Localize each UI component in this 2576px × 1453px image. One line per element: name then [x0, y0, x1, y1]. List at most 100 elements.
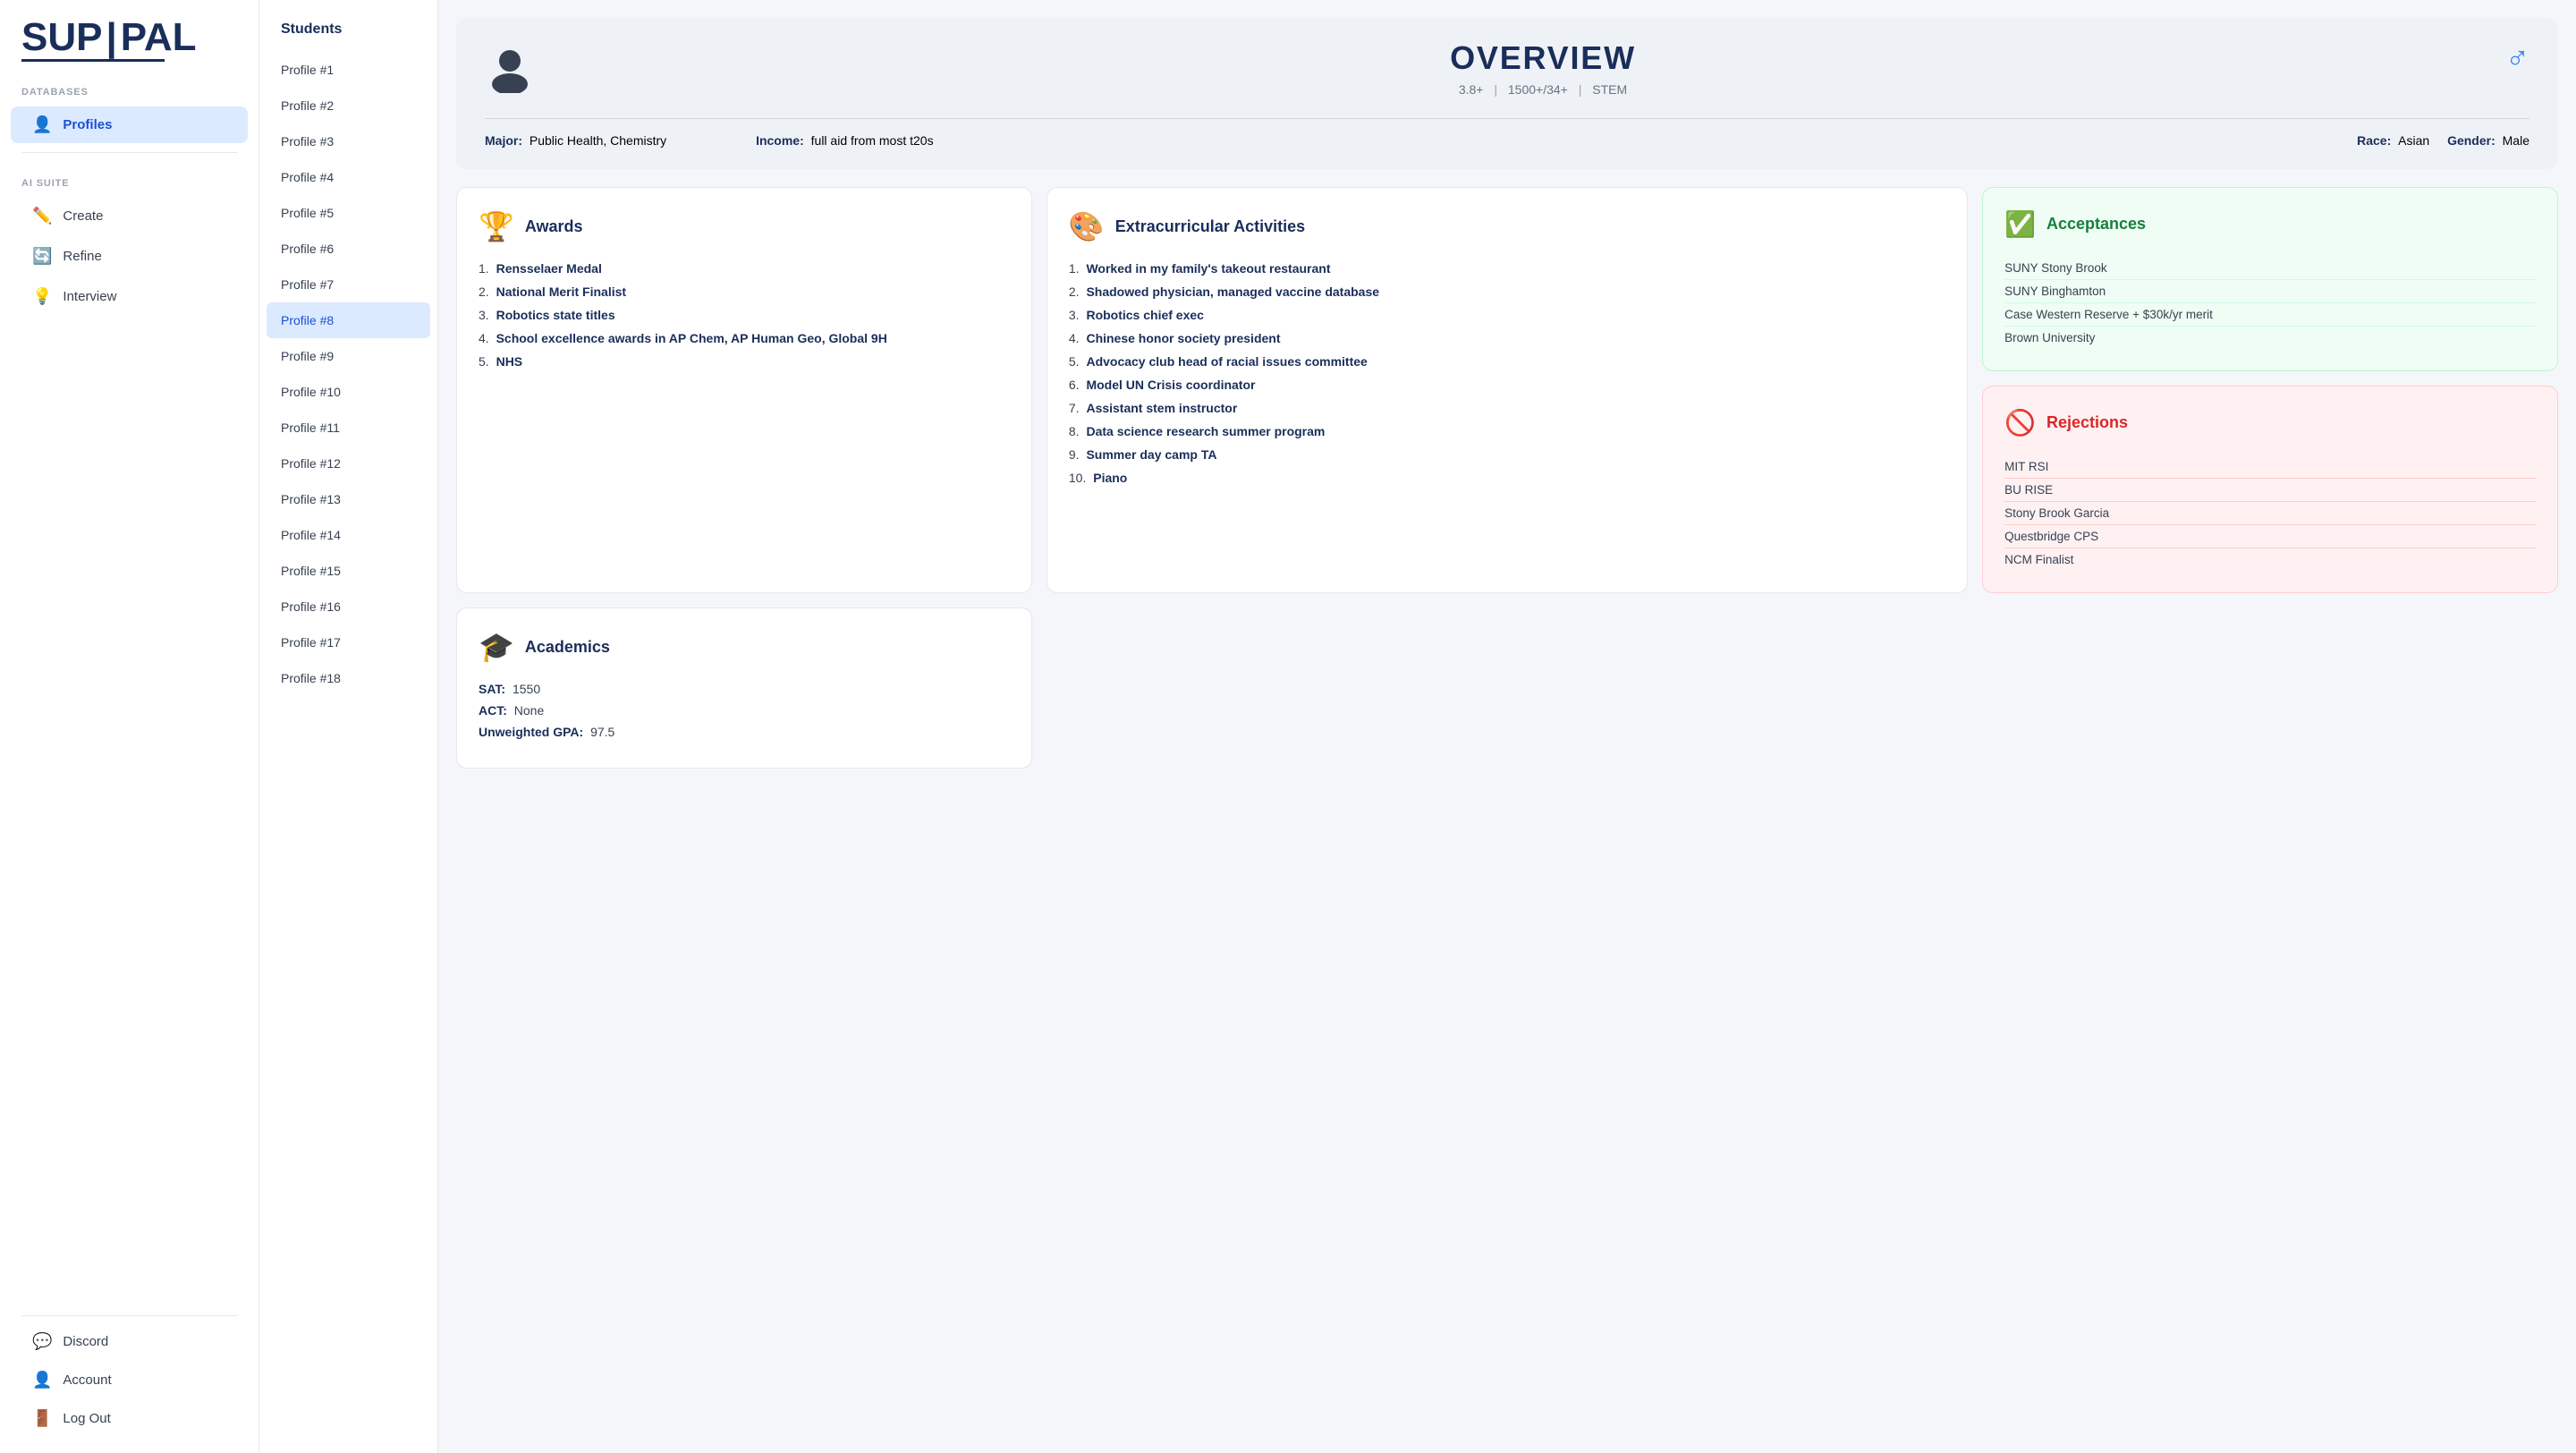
placeholder-center [1046, 608, 1968, 769]
profile-list-item[interactable]: Profile #4 [259, 159, 437, 195]
sidebar-item-interview[interactable]: 💡 Interview [11, 278, 248, 315]
divider-1 [21, 152, 237, 153]
acceptances-title: Acceptances [2046, 215, 2146, 234]
logout-icon: 🚪 [32, 1409, 52, 1428]
profile-list-item[interactable]: Profile #3 [259, 123, 437, 159]
stat-category: STEM [1592, 82, 1627, 97]
extracurriculars-card: 🎨 Extracurricular Activities 1. Worked i… [1046, 187, 1968, 593]
race-value: Asian [2398, 133, 2429, 148]
rejection-item: Stony Brook Garcia [2004, 502, 2536, 525]
profile-list-item[interactable]: Profile #10 [259, 374, 437, 410]
extracurricular-item: 8. Data science research summer program [1069, 424, 1945, 438]
refine-icon: 🔄 [32, 247, 52, 266]
acceptance-item: Brown University [2004, 327, 2536, 349]
logo-area: SUP | PAL [0, 0, 258, 69]
profile-list-item[interactable]: Profile #5 [259, 195, 437, 231]
profile-list-item[interactable]: Profile #18 [259, 660, 437, 696]
profile-list-item[interactable]: Profile #9 [259, 338, 437, 374]
avatar-icon [485, 43, 535, 104]
sidebar-profiles-label: Profiles [63, 117, 112, 132]
ai-suite-label: AI SUITE [0, 160, 258, 196]
awards-card: 🏆 Awards 1. Rensselaer Medal2. National … [456, 187, 1032, 593]
award-item: 5. NHS [479, 354, 1010, 369]
profile-list-item[interactable]: Profile #6 [259, 231, 437, 267]
rejections-list: MIT RSIBU RISEStony Brook GarciaQuestbri… [2004, 455, 2536, 571]
sidebar-item-create[interactable]: ✏️ Create [11, 198, 248, 234]
profile-list-item[interactable]: Profile #11 [259, 410, 437, 446]
overview-card: OVERVIEW 3.8+ | 1500+/34+ | STEM ♂ Major… [456, 18, 2558, 169]
sidebar-item-refine[interactable]: 🔄 Refine [11, 238, 248, 275]
academics-card: 🎓 Academics SAT: 1550 ACT: None Unweight… [456, 608, 1032, 769]
stat-gpa: 3.8+ [1459, 82, 1484, 97]
logo-sup: SUP [21, 18, 102, 57]
rejection-item: Questbridge CPS [2004, 525, 2536, 548]
acceptances-header: ✅ Acceptances [2004, 209, 2536, 239]
placeholder-right [1982, 608, 2558, 769]
income-field: Income: full aid from most t20s [756, 133, 962, 148]
gender-symbol: ♂ [2505, 39, 2529, 77]
discord-icon: 💬 [32, 1332, 52, 1351]
academics-title: Academics [525, 638, 610, 657]
profile-list-header: Students [259, 0, 437, 52]
extracurricular-item: 7. Assistant stem instructor [1069, 401, 1945, 415]
profile-list-item[interactable]: Profile #16 [259, 589, 437, 625]
overview-title: OVERVIEW [556, 39, 2529, 77]
profile-list-item[interactable]: Profile #1 [259, 52, 437, 88]
sidebar-item-discord[interactable]: 💬 Discord [11, 1323, 248, 1360]
award-item: 3. Robotics state titles [479, 308, 1010, 322]
profile-list-item[interactable]: Profile #13 [259, 481, 437, 517]
acceptances-card: ✅ Acceptances SUNY Stony BrookSUNY Bingh… [1982, 187, 2558, 371]
rejections-card: 🚫 Rejections MIT RSIBU RISEStony Brook G… [1982, 386, 2558, 593]
account-label: Account [63, 1372, 111, 1388]
extracurricular-item: 3. Robotics chief exec [1069, 308, 1945, 322]
profile-list-item[interactable]: Profile #15 [259, 553, 437, 589]
profile-list-item[interactable]: Profile #2 [259, 88, 437, 123]
awards-title: Awards [525, 217, 583, 236]
sidebar-bottom: 💬 Discord 👤 Account 🚪 Log Out [0, 1308, 258, 1453]
awards-header: 🏆 Awards [479, 209, 1010, 243]
awards-list: 1. Rensselaer Medal2. National Merit Fin… [479, 261, 1010, 369]
interview-label: Interview [63, 289, 116, 304]
right-column: ✅ Acceptances SUNY Stony BrookSUNY Bingh… [1982, 187, 2558, 593]
overview-stats: 3.8+ | 1500+/34+ | STEM [556, 82, 2529, 97]
academics-icon: 🎓 [479, 630, 514, 664]
gender-label: Gender: [2447, 133, 2496, 148]
logout-label: Log Out [63, 1411, 110, 1426]
interview-icon: 💡 [32, 287, 52, 306]
extracurricular-item: 4. Chinese honor society president [1069, 331, 1945, 345]
acceptance-item: Case Western Reserve + $30k/yr merit [2004, 303, 2536, 327]
extracurriculars-title: Extracurricular Activities [1115, 217, 1305, 236]
discord-label: Discord [63, 1334, 108, 1349]
award-item: 1. Rensselaer Medal [479, 261, 1010, 276]
profile-list-item[interactable]: Profile #7 [259, 267, 437, 302]
major-field: Major: Public Health, Chemistry [485, 133, 699, 148]
profile-list-item[interactable]: Profile #12 [259, 446, 437, 481]
profile-list-item[interactable]: Profile #8 [267, 302, 430, 338]
extracurricular-item: 10. Piano [1069, 471, 1945, 485]
sidebar-item-logout[interactable]: 🚪 Log Out [11, 1400, 248, 1437]
reject-icon: 🚫 [2004, 408, 2036, 438]
profile-list-item[interactable]: Profile #17 [259, 625, 437, 660]
acceptances-list: SUNY Stony BrookSUNY BinghamtonCase West… [2004, 257, 2536, 349]
extracurriculars-list: 1. Worked in my family's takeout restaur… [1069, 261, 1945, 485]
race-label: Race: [2357, 133, 2391, 148]
create-label: Create [63, 208, 103, 224]
create-icon: ✏️ [32, 207, 52, 225]
account-icon: 👤 [32, 1371, 52, 1389]
sidebar: SUP | PAL DATABASES 👤 Profiles AI SUITE … [0, 0, 259, 1453]
acceptance-item: SUNY Stony Brook [2004, 257, 2536, 280]
income-value: full aid from most t20s [811, 133, 934, 148]
sidebar-item-profiles[interactable]: 👤 Profiles [11, 106, 248, 143]
profile-list-item[interactable]: Profile #14 [259, 517, 437, 553]
sidebar-item-account[interactable]: 👤 Account [11, 1362, 248, 1398]
awards-icon: 🏆 [479, 209, 514, 243]
rejections-header: 🚫 Rejections [2004, 408, 2536, 438]
extracurricular-item: 9. Summer day camp TA [1069, 447, 1945, 462]
extracurricular-item: 5. Advocacy club head of racial issues c… [1069, 354, 1945, 369]
refine-label: Refine [63, 249, 101, 264]
main-content: OVERVIEW 3.8+ | 1500+/34+ | STEM ♂ Major… [438, 0, 2576, 1453]
academics-header: 🎓 Academics [479, 630, 1010, 664]
second-row: 🎓 Academics SAT: 1550 ACT: None Unweight… [456, 608, 2558, 769]
cards-grid: 🏆 Awards 1. Rensselaer Medal2. National … [456, 187, 2558, 593]
divider-2 [21, 1315, 237, 1316]
